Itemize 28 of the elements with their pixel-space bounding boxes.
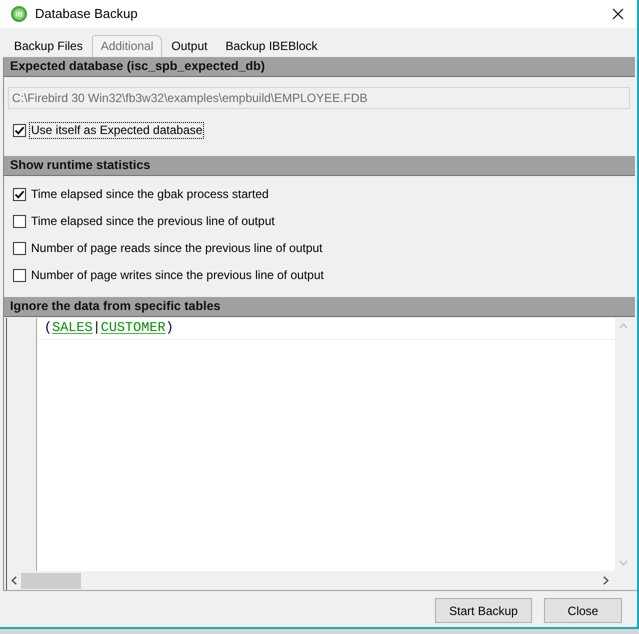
checkbox[interactable]	[13, 268, 26, 282]
scrollbar-thumb[interactable]	[21, 572, 81, 588]
section-header: Show runtime statistics	[4, 156, 635, 176]
scroll-right-icon[interactable]	[603, 576, 609, 585]
checkbox[interactable]	[13, 188, 26, 200]
window-title: Database Backup	[35, 5, 138, 24]
checkbox[interactable]	[13, 242, 26, 254]
scroll-left-icon[interactable]	[11, 576, 17, 585]
dialog-button[interactable]: Close	[544, 598, 622, 623]
tab[interactable]: Backup IBEBlock	[216, 35, 326, 57]
text-editor[interactable]: (SALES|CUSTOMER)	[37, 318, 615, 571]
tab[interactable]: Backup Files	[5, 35, 92, 57]
checkbox-label[interactable]: Number of page reads since the previous line of output	[30, 240, 324, 256]
section-header: Ignore the data from specific tables	[4, 297, 635, 317]
dialog-button[interactable]: Start Backup	[435, 598, 532, 623]
checkmark-icon	[14, 124, 25, 136]
checkbox-label[interactable]: Number of page writes since the previous line of output	[30, 268, 325, 282]
close-icon[interactable]	[612, 8, 624, 20]
tab[interactable]: Output	[162, 35, 216, 57]
checkbox[interactable]	[13, 214, 26, 228]
checkmark-icon	[14, 188, 25, 200]
checkbox-label[interactable]: Time elapsed since the gbak process started	[30, 186, 270, 202]
section-header: Expected database (isc_spb_expected_db)	[4, 57, 635, 77]
checkbox-label[interactable]: Time elapsed since the previous line of output	[30, 214, 276, 228]
checkbox-label[interactable]: Use itself as Expected database	[30, 122, 204, 138]
code-line: (SALES|CUSTOMER)	[37, 320, 615, 340]
tab[interactable]: Additional	[92, 35, 162, 58]
checkbox[interactable]	[13, 124, 26, 136]
